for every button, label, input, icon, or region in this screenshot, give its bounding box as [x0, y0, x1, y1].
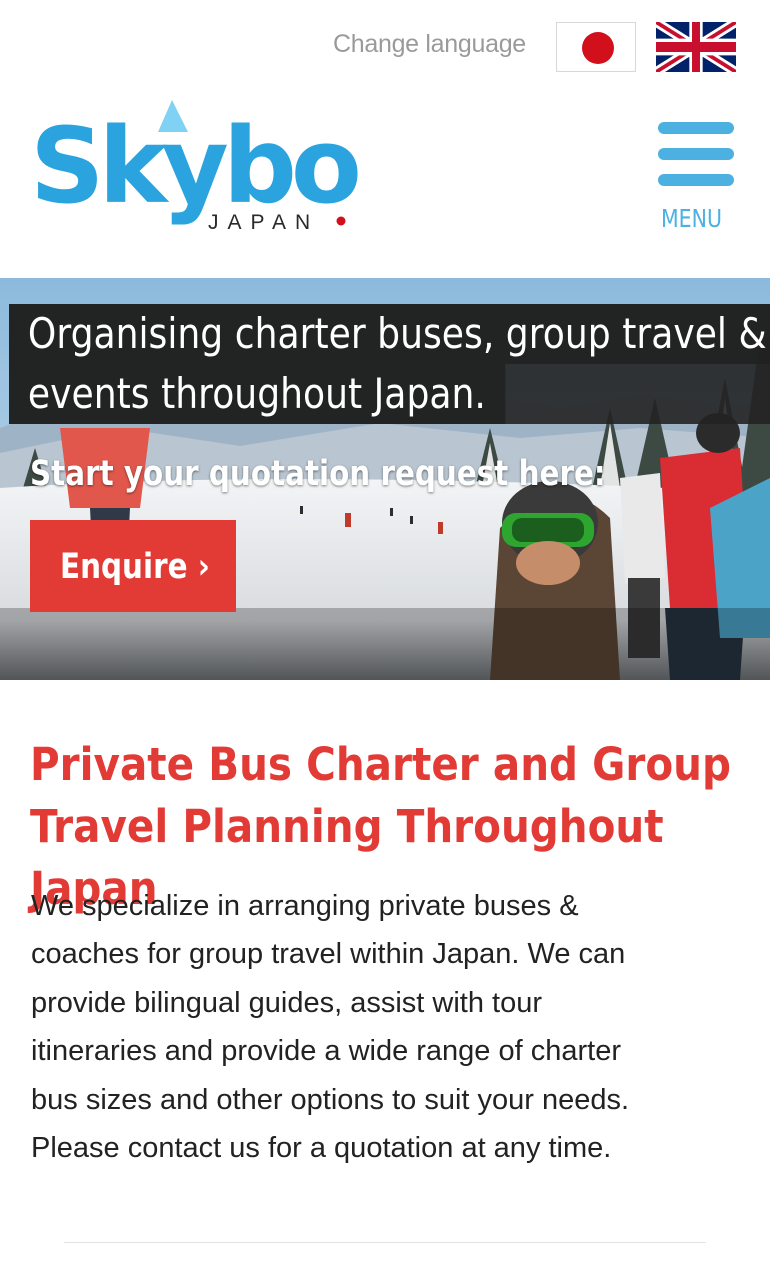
hero-banner: Organising charter buses, group travel &…: [0, 278, 770, 680]
page-heading-line: Private Bus Charter and Group: [30, 738, 731, 791]
uk-flag-icon[interactable]: [656, 22, 736, 72]
enquire-button-label: Enquire ›: [60, 547, 210, 587]
hero-title-line: Organising charter buses, group travel &: [9, 304, 770, 364]
enquire-button[interactable]: Enquire ›: [30, 520, 236, 612]
hamburger-bar: [658, 148, 734, 160]
menu-button[interactable]: MENU: [655, 118, 737, 238]
hamburger-bar: [658, 174, 734, 186]
paragraph-line: itineraries and provide a wide range of …: [31, 1035, 621, 1068]
paragraph-line: We specialize in arranging private buses…: [31, 890, 579, 922]
paragraph-line: Please contact us for a quotation at any…: [31, 1132, 612, 1165]
skybo-japan-logo[interactable]: Skybo JAPAN: [30, 98, 364, 238]
hamburger-bar: [658, 122, 734, 134]
svg-text:JAPAN: JAPAN: [208, 211, 319, 234]
paragraph-line: bus sizes and other options to suit your…: [31, 1083, 630, 1116]
change-language-label: Change language: [333, 30, 526, 58]
svg-text:Skybo: Skybo: [30, 105, 358, 227]
language-bar: Change language: [0, 0, 770, 90]
paragraph-line: provide bilingual guides, assist with to…: [31, 986, 542, 1019]
paragraph-line: coaches for group travel within Japan. W…: [31, 938, 626, 971]
hero-title: Organising charter buses, group travel &…: [9, 304, 770, 424]
japan-flag-sun: [582, 32, 614, 64]
japan-flag-icon[interactable]: [556, 22, 636, 72]
intro-paragraph: We specialize in arranging private buses…: [31, 882, 751, 1172]
section-divider: [64, 1242, 706, 1243]
hero-subtitle: Start your quotation request here:: [30, 454, 606, 494]
hero-title-line: events throughout Japan.: [9, 364, 505, 424]
menu-label: MENU: [661, 204, 722, 233]
